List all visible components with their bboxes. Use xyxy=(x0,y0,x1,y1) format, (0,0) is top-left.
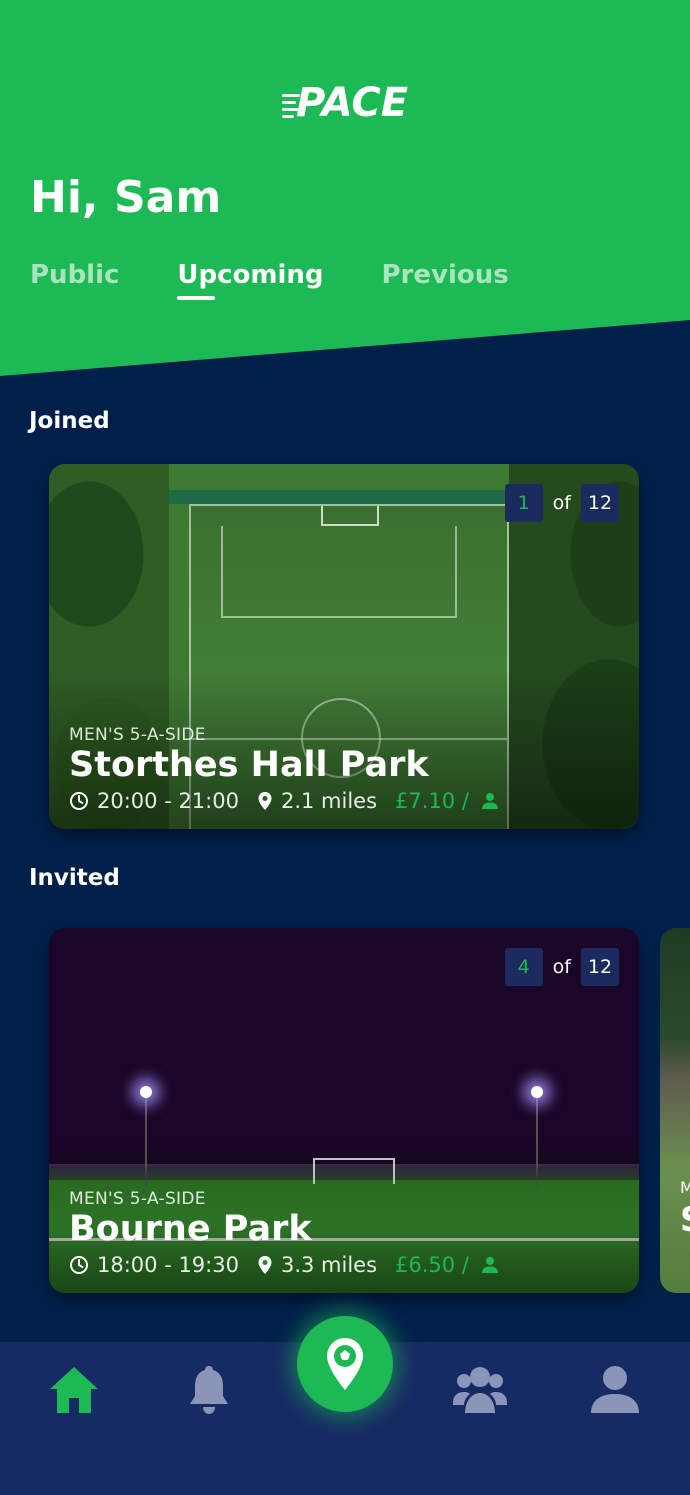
spots-filled: 1 xyxy=(504,484,543,522)
map-pin-ball-icon xyxy=(327,1338,363,1390)
app-logo: PACE xyxy=(0,80,690,126)
game-time: 20:00 - 21:00 xyxy=(69,789,239,813)
spots-of-label: of xyxy=(552,492,571,514)
game-card-invited-next[interactable]: M S xyxy=(660,928,690,1293)
spots-total: 12 xyxy=(581,484,619,522)
peek-venue-name: S xyxy=(680,1200,690,1240)
bell-icon xyxy=(190,1366,228,1414)
person-icon xyxy=(481,793,498,809)
section-title-invited: Invited xyxy=(29,865,120,891)
spots-indicator: 4 of 12 xyxy=(504,948,619,986)
spots-indicator: 1 of 12 xyxy=(504,484,619,522)
game-meta: 18:00 - 19:30 3.3 miles £6.50 / xyxy=(69,1253,619,1277)
nav-home[interactable] xyxy=(46,1362,102,1418)
venue-name: Bourne Park xyxy=(69,1208,312,1249)
person-icon xyxy=(481,1257,498,1273)
clock-icon xyxy=(70,1256,88,1274)
spots-filled: 4 xyxy=(504,948,543,986)
logo-text: PACE xyxy=(295,80,409,126)
tab-public[interactable]: Public xyxy=(30,260,119,298)
game-type: MEN'S 5-A-SIDE xyxy=(69,724,206,745)
location-pin-icon xyxy=(258,1256,272,1274)
greeting: Hi, Sam xyxy=(30,172,222,223)
card-info: MEN'S 5-A-SIDE Bourne Park 18:00 - 19:30… xyxy=(69,1189,619,1277)
section-title-joined: Joined xyxy=(29,408,110,434)
nav-find-game[interactable] xyxy=(297,1316,393,1412)
game-card-invited[interactable]: 4 of 12 MEN'S 5-A-SIDE Bourne Park 18:00… xyxy=(49,928,639,1293)
spots-of-label: of xyxy=(552,956,571,978)
venue-name: Storthes Hall Park xyxy=(69,744,429,785)
game-type: MEN'S 5-A-SIDE xyxy=(69,1188,206,1209)
game-card-joined[interactable]: 1 of 12 MEN'S 5-A-SIDE Storthes Hall Par… xyxy=(49,464,639,829)
game-price: £7.10 / xyxy=(395,789,499,813)
game-time: 18:00 - 19:30 xyxy=(69,1253,239,1277)
tab-upcoming[interactable]: Upcoming xyxy=(177,260,324,300)
home-icon xyxy=(50,1367,98,1413)
game-meta: 20:00 - 21:00 2.1 miles £7.10 / xyxy=(69,789,619,813)
nav-groups[interactable] xyxy=(452,1362,508,1418)
game-distance: 2.1 miles xyxy=(257,789,377,813)
person-icon xyxy=(591,1366,639,1413)
card-info: MEN'S 5-A-SIDE Storthes Hall Park 20:00 … xyxy=(69,725,619,813)
game-distance: 3.3 miles xyxy=(257,1253,377,1277)
tab-previous[interactable]: Previous xyxy=(382,260,509,298)
clock-icon xyxy=(70,792,88,810)
game-price: £6.50 / xyxy=(395,1253,499,1277)
tab-bar: Public Upcoming Previous xyxy=(30,260,509,300)
peek-game-type: M xyxy=(680,1178,690,1197)
nav-profile[interactable] xyxy=(587,1362,643,1418)
spots-total: 12 xyxy=(581,948,619,986)
nav-notifications[interactable] xyxy=(181,1362,237,1418)
location-pin-icon xyxy=(258,792,272,810)
group-icon xyxy=(453,1367,507,1413)
